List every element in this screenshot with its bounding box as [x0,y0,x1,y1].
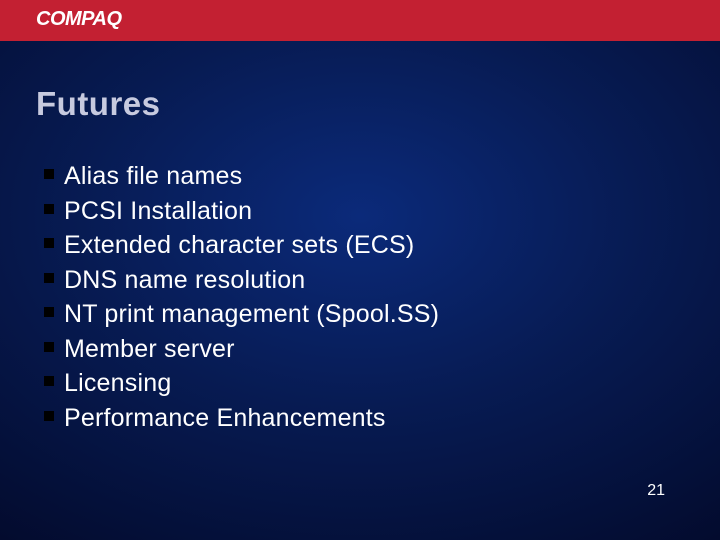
page-number: 21 [647,482,665,500]
list-item: Performance Enhancements [42,401,686,436]
header-bar: COMPAQ [0,0,720,41]
bullet-text: Extended character sets (ECS) [64,231,414,259]
list-item: Member server [42,332,686,367]
bullet-text: Licensing [64,369,171,397]
bullet-text: Performance Enhancements [64,404,386,432]
list-item: Alias file names [42,159,686,194]
slide-title: Futures [36,85,686,123]
bullet-text: Alias file names [64,162,242,190]
slide-content: Futures Alias file names PCSI Installati… [0,41,720,435]
list-item: DNS name resolution [42,263,686,298]
list-item: Extended character sets (ECS) [42,228,686,263]
bullet-text: DNS name resolution [64,266,305,294]
slide: COMPAQ Futures Alias file names PCSI Ins… [0,0,720,540]
compaq-logo-text: COMPAQ [36,8,122,30]
bullet-text: PCSI Installation [64,197,252,225]
list-item: NT print management (Spool.SS) [42,297,686,332]
compaq-logo: COMPAQ [36,8,122,30]
bullet-text: Member server [64,335,235,363]
list-item: Licensing [42,366,686,401]
bullet-list: Alias file names PCSI Installation Exten… [42,159,686,435]
list-item: PCSI Installation [42,194,686,229]
bullet-text: NT print management (Spool.SS) [64,300,439,328]
